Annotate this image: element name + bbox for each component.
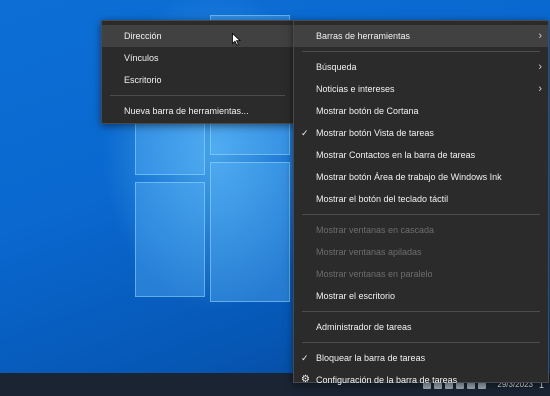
menu-separator xyxy=(302,51,540,52)
menu-item-taskbar-settings[interactable]: ⚙ Configuración de la barra de tareas xyxy=(294,369,548,391)
checkmark-icon: ✓ xyxy=(301,128,309,138)
menu-item-touch-keyboard[interactable]: Mostrar el botón del teclado táctil xyxy=(294,188,548,210)
menu-item-label: Mostrar ventanas apiladas xyxy=(316,247,422,257)
menu-item-label: Mostrar ventanas en paralelo xyxy=(316,269,433,279)
wallpaper-window-pane xyxy=(135,182,205,297)
menu-item-contacts[interactable]: Mostrar Contactos en la barra de tareas xyxy=(294,144,548,166)
chevron-right-icon: › xyxy=(538,83,542,95)
submenu-item-address[interactable]: Dirección xyxy=(102,25,293,47)
menu-item-label: Administrador de tareas xyxy=(316,322,412,332)
chevron-right-icon: › xyxy=(538,61,542,73)
checkmark-icon: ✓ xyxy=(301,353,309,363)
menu-item-label: Mostrar botón de Cortana xyxy=(316,106,419,116)
submenu-item-desktop[interactable]: Escritorio xyxy=(102,69,293,91)
chevron-right-icon: › xyxy=(538,30,542,42)
menu-item-label: Dirección xyxy=(124,31,162,41)
submenu-item-links[interactable]: Vínculos xyxy=(102,47,293,69)
menu-item-label: Escritorio xyxy=(124,75,162,85)
menu-item-label: Vínculos xyxy=(124,53,159,63)
menu-item-windows-ink[interactable]: Mostrar botón Área de trabajo de Windows… xyxy=(294,166,548,188)
menu-item-cascade: Mostrar ventanas en cascada xyxy=(294,219,548,241)
menu-item-label: Mostrar el botón del teclado táctil xyxy=(316,194,449,204)
menu-separator xyxy=(302,342,540,343)
menu-item-label: Mostrar botón Vista de tareas xyxy=(316,128,434,138)
menu-item-cortana[interactable]: Mostrar botón de Cortana xyxy=(294,100,548,122)
menu-item-toolbars[interactable]: Barras de herramientas › xyxy=(294,25,548,47)
gear-icon: ⚙ xyxy=(301,374,310,385)
menu-item-news[interactable]: Noticias e intereses › xyxy=(294,78,548,100)
menu-separator xyxy=(302,311,540,312)
menu-item-task-manager[interactable]: Administrador de tareas xyxy=(294,316,548,338)
menu-item-label: Barras de herramientas xyxy=(316,31,411,41)
menu-item-label: Mostrar botón Área de trabajo de Windows… xyxy=(316,172,502,182)
menu-item-stacked: Mostrar ventanas apiladas xyxy=(294,241,548,263)
menu-item-label: Bloquear la barra de tareas xyxy=(316,353,426,363)
toolbars-submenu: Dirección Vínculos Escritorio Nueva barr… xyxy=(101,20,294,124)
menu-item-label: Mostrar Contactos en la barra de tareas xyxy=(316,150,476,160)
submenu-item-new-toolbar[interactable]: Nueva barra de herramientas... xyxy=(102,100,293,122)
menu-separator xyxy=(110,95,285,96)
menu-item-label: Mostrar el escritorio xyxy=(316,291,396,301)
menu-item-task-view[interactable]: ✓ Mostrar botón Vista de tareas xyxy=(294,122,548,144)
menu-item-label: Mostrar ventanas en cascada xyxy=(316,225,435,235)
menu-item-lock-taskbar[interactable]: ✓ Bloquear la barra de tareas xyxy=(294,347,548,369)
menu-item-search[interactable]: Búsqueda › xyxy=(294,56,548,78)
taskbar-context-menu: Barras de herramientas › Búsqueda › Noti… xyxy=(293,20,549,385)
menu-item-label: Búsqueda xyxy=(316,62,357,72)
menu-item-label: Configuración de la barra de tareas xyxy=(316,375,458,385)
mouse-cursor-icon xyxy=(232,33,241,46)
menu-item-label: Noticias e intereses xyxy=(316,84,395,94)
menu-separator xyxy=(302,214,540,215)
menu-item-show-desktop[interactable]: Mostrar el escritorio xyxy=(294,285,548,307)
menu-item-label: Nueva barra de herramientas... xyxy=(124,106,249,116)
menu-item-side-by-side: Mostrar ventanas en paralelo xyxy=(294,263,548,285)
wallpaper-window-pane xyxy=(210,162,290,302)
